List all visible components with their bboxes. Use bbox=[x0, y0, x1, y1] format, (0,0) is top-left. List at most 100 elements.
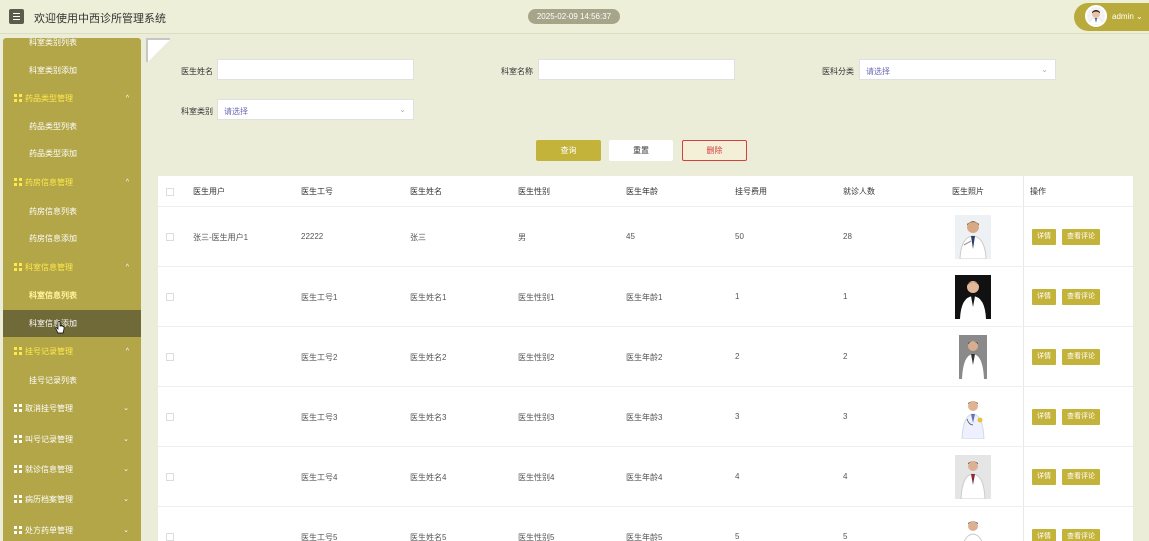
sidebar-item-dept-type-add[interactable]: 科室类别添加 bbox=[3, 60, 141, 82]
detail-button[interactable]: 详情 bbox=[1032, 229, 1056, 245]
cell-age: 医生年龄4 bbox=[626, 473, 663, 482]
grid-icon bbox=[14, 465, 22, 473]
dept-type-select[interactable]: 请选择 ⌄ bbox=[217, 99, 414, 120]
cell-id: 医生工号4 bbox=[301, 473, 338, 482]
sidebar-group-dept-info[interactable]: 科室信息管理 ^ bbox=[3, 257, 141, 279]
category-select-value: 请选择 bbox=[866, 67, 890, 76]
corner-decoration bbox=[146, 38, 170, 62]
top-header: 欢迎使用中西诊所管理系统 2025-02-09 14:56:37 admin ⌄ bbox=[0, 0, 1149, 34]
view-comments-button[interactable]: 查看评论 bbox=[1062, 349, 1100, 365]
detail-button[interactable]: 详情 bbox=[1032, 289, 1056, 305]
detail-button[interactable]: 详情 bbox=[1032, 529, 1056, 541]
dept-type-select-value: 请选择 bbox=[224, 107, 248, 116]
row-checkbox[interactable] bbox=[166, 293, 174, 301]
view-comments-button[interactable]: 查看评论 bbox=[1062, 289, 1100, 305]
sidebar-item-dept-info-list[interactable]: 科室信息列表 bbox=[3, 285, 141, 307]
cell-gender: 医生性别4 bbox=[518, 473, 555, 482]
cell-gender: 医生性别5 bbox=[518, 533, 555, 541]
menu-toggle-icon[interactable] bbox=[9, 9, 24, 24]
sidebar-item-label: 挂号记录列表 bbox=[29, 376, 77, 385]
sidebar-item-pharmacy-add[interactable]: 药房信息添加 bbox=[3, 228, 141, 250]
row-checkbox[interactable] bbox=[166, 473, 174, 481]
sidebar-group-call-number[interactable]: 叫号记录管理 ⌄ bbox=[3, 429, 141, 451]
cell-name: 医生姓名1 bbox=[410, 293, 447, 302]
sidebar-group-label: 处方药单管理 bbox=[25, 526, 73, 535]
column-header: 就诊人数 bbox=[843, 187, 875, 196]
row-checkbox[interactable] bbox=[166, 413, 174, 421]
grid-icon bbox=[14, 526, 22, 534]
doctor-name-input[interactable] bbox=[217, 59, 414, 80]
detail-button[interactable]: 详情 bbox=[1032, 409, 1056, 425]
view-comments-button[interactable]: 查看评论 bbox=[1062, 409, 1100, 425]
sidebar-group-drug-type[interactable]: 药品类型管理 ^ bbox=[3, 88, 141, 110]
sidebar-group-pharmacy[interactable]: 药房信息管理 ^ bbox=[3, 172, 141, 194]
sidebar-group-medical-records[interactable]: 病历档案管理 ⌄ bbox=[3, 489, 141, 511]
chevron-down-icon: ⌄ bbox=[399, 105, 406, 114]
column-header: 医生姓名 bbox=[410, 187, 442, 196]
user-name-text: admin bbox=[1112, 12, 1134, 21]
cell-id: 医生工号3 bbox=[301, 413, 338, 422]
table-row: 医生工号5 医生姓名5 医生性别5 医生年龄5 5 5 详情 查看评论 bbox=[158, 506, 1133, 541]
cell-age: 医生年龄3 bbox=[626, 413, 663, 422]
detail-button[interactable]: 详情 bbox=[1032, 469, 1056, 485]
sidebar-item-dept-type-list[interactable]: 科室类别列表 bbox=[3, 38, 141, 50]
column-header: 医生年龄 bbox=[626, 187, 658, 196]
user-menu[interactable]: admin ⌄ bbox=[1074, 3, 1149, 31]
grid-icon bbox=[14, 178, 22, 186]
sidebar-group-visit-info[interactable]: 就诊信息管理 ⌄ bbox=[3, 459, 141, 481]
doctor-photo[interactable] bbox=[955, 395, 991, 439]
doctor-photo[interactable] bbox=[955, 515, 991, 541]
view-comments-button[interactable]: 查看评论 bbox=[1062, 469, 1100, 485]
cell-visits: 1 bbox=[843, 292, 848, 301]
sidebar-group-registration[interactable]: 挂号记录管理 ^ bbox=[3, 341, 141, 363]
chevron-down-icon: ⌄ bbox=[123, 436, 129, 443]
sidebar-group-label: 病历档案管理 bbox=[25, 495, 73, 504]
sidebar-item-drug-type-add[interactable]: 药品类型添加 bbox=[3, 143, 141, 165]
cursor-hand-icon bbox=[55, 321, 65, 334]
doctor-photo[interactable] bbox=[959, 335, 987, 379]
chevron-down-icon: ⌄ bbox=[1041, 65, 1048, 74]
cell-fee: 2 bbox=[735, 352, 740, 361]
detail-button[interactable]: 详情 bbox=[1032, 349, 1056, 365]
table-row: 医生工号4 医生姓名4 医生性别4 医生年龄4 4 4 详情 查看评论 bbox=[158, 446, 1133, 506]
view-comments-button[interactable]: 查看评论 bbox=[1062, 229, 1100, 245]
row-checkbox[interactable] bbox=[166, 353, 174, 361]
chevron-down-icon: ⌄ bbox=[123, 527, 129, 534]
sidebar-item-label: 科室类别列表 bbox=[29, 38, 77, 47]
chevron-up-icon: ^ bbox=[125, 264, 129, 271]
doctor-photo[interactable] bbox=[955, 215, 991, 259]
cell-name: 医生姓名5 bbox=[410, 533, 447, 541]
sidebar-item-label: 科室类别添加 bbox=[29, 66, 77, 75]
avatar bbox=[1085, 5, 1107, 27]
sidebar-group-label: 取消挂号管理 bbox=[25, 404, 73, 413]
table-row: 医生工号2 医生姓名2 医生性别2 医生年龄2 2 2 详情 查看评论 bbox=[158, 326, 1133, 386]
doctor-photo[interactable] bbox=[955, 455, 991, 499]
sidebar-item-drug-type-list[interactable]: 药品类型列表 bbox=[3, 116, 141, 138]
reset-button[interactable]: 重置 bbox=[609, 140, 673, 161]
doctor-table: 医生用户 医生工号 医生姓名 医生性别 医生年龄 挂号费用 就诊人数 医生照片 … bbox=[158, 176, 1133, 541]
category-select[interactable]: 请选择 ⌄ bbox=[859, 59, 1056, 80]
sidebar-item-pharmacy-list[interactable]: 药房信息列表 bbox=[3, 201, 141, 223]
row-checkbox[interactable] bbox=[166, 233, 174, 241]
dept-name-input[interactable] bbox=[538, 59, 735, 80]
cell-name: 医生姓名3 bbox=[410, 413, 447, 422]
sidebar-group-label: 就诊信息管理 bbox=[25, 465, 73, 474]
select-all-checkbox[interactable] bbox=[166, 188, 174, 196]
cell-visits: 2 bbox=[843, 352, 848, 361]
sidebar-item-dept-info-add[interactable]: 科室信息添加 bbox=[3, 310, 141, 337]
sidebar-group-prescriptions[interactable]: 处方药单管理 ⌄ bbox=[3, 520, 141, 541]
column-header: 医生用户 bbox=[193, 187, 225, 196]
query-button[interactable]: 查询 bbox=[536, 140, 601, 161]
cell-visits: 28 bbox=[843, 232, 852, 241]
sidebar-item-registration-list[interactable]: 挂号记录列表 bbox=[3, 370, 141, 392]
view-comments-button[interactable]: 查看评论 bbox=[1062, 529, 1100, 541]
delete-button[interactable]: 删除 bbox=[682, 140, 747, 161]
cell-visits: 3 bbox=[843, 412, 848, 421]
sidebar-item-label: 科室信息添加 bbox=[29, 319, 77, 328]
column-header: 操作 bbox=[1030, 187, 1046, 196]
sidebar-group-cancel-registration[interactable]: 取消挂号管理 ⌄ bbox=[3, 398, 141, 420]
sidebar-item-label: 科室信息列表 bbox=[29, 291, 77, 300]
row-checkbox[interactable] bbox=[166, 533, 174, 541]
doctor-photo[interactable] bbox=[955, 275, 991, 319]
sidebar-group-label: 药房信息管理 bbox=[25, 178, 73, 187]
